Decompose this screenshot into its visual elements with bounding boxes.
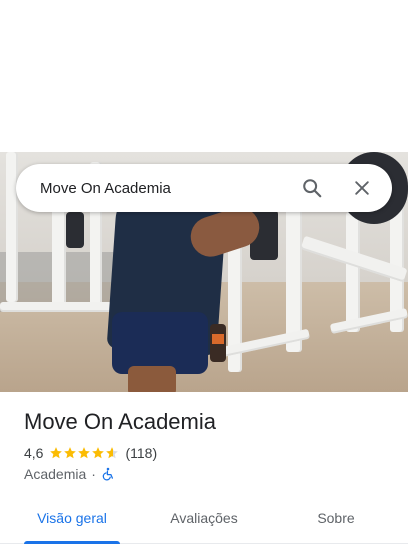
search-icon xyxy=(303,179,322,198)
place-info-panel: Move On Academia 4,6 (118) Academia · Vi… xyxy=(0,392,408,544)
clear-button[interactable] xyxy=(350,176,374,200)
machine-post xyxy=(346,212,360,332)
rack-bar xyxy=(0,302,112,312)
rating-stars xyxy=(49,446,119,460)
star-icon xyxy=(106,447,119,459)
tab-overview[interactable]: Visão geral xyxy=(24,496,120,540)
review-count[interactable]: (118) xyxy=(125,445,157,461)
tab-bar: Visão geral Avaliações Sobre xyxy=(0,496,408,544)
rating-value: 4,6 xyxy=(24,445,44,461)
close-icon xyxy=(355,181,369,195)
star-icon xyxy=(64,447,77,459)
search-bar[interactable]: Move On Academia xyxy=(16,164,392,212)
star-icon xyxy=(78,447,91,459)
person-leg xyxy=(128,366,176,392)
place-category[interactable]: Academia xyxy=(24,466,86,482)
person-shorts xyxy=(112,312,208,374)
rack-post xyxy=(6,152,18,302)
rack-weight xyxy=(66,212,84,248)
water-bottle xyxy=(210,324,226,362)
star-icon xyxy=(92,447,105,459)
tab-reviews[interactable]: Avaliações xyxy=(156,496,252,540)
meta-row: Academia · xyxy=(24,466,115,482)
wheelchair-icon xyxy=(102,467,113,481)
star-icon xyxy=(50,447,63,459)
machine-post xyxy=(286,192,302,352)
meta-separator: · xyxy=(91,466,96,482)
rating-row[interactable]: 4,6 (118) xyxy=(24,445,157,461)
blank-top-area xyxy=(0,0,408,152)
place-title: Move On Academia xyxy=(24,409,216,434)
search-button[interactable] xyxy=(300,176,324,200)
tab-about[interactable]: Sobre xyxy=(296,496,376,540)
search-input[interactable]: Move On Academia xyxy=(40,180,300,197)
